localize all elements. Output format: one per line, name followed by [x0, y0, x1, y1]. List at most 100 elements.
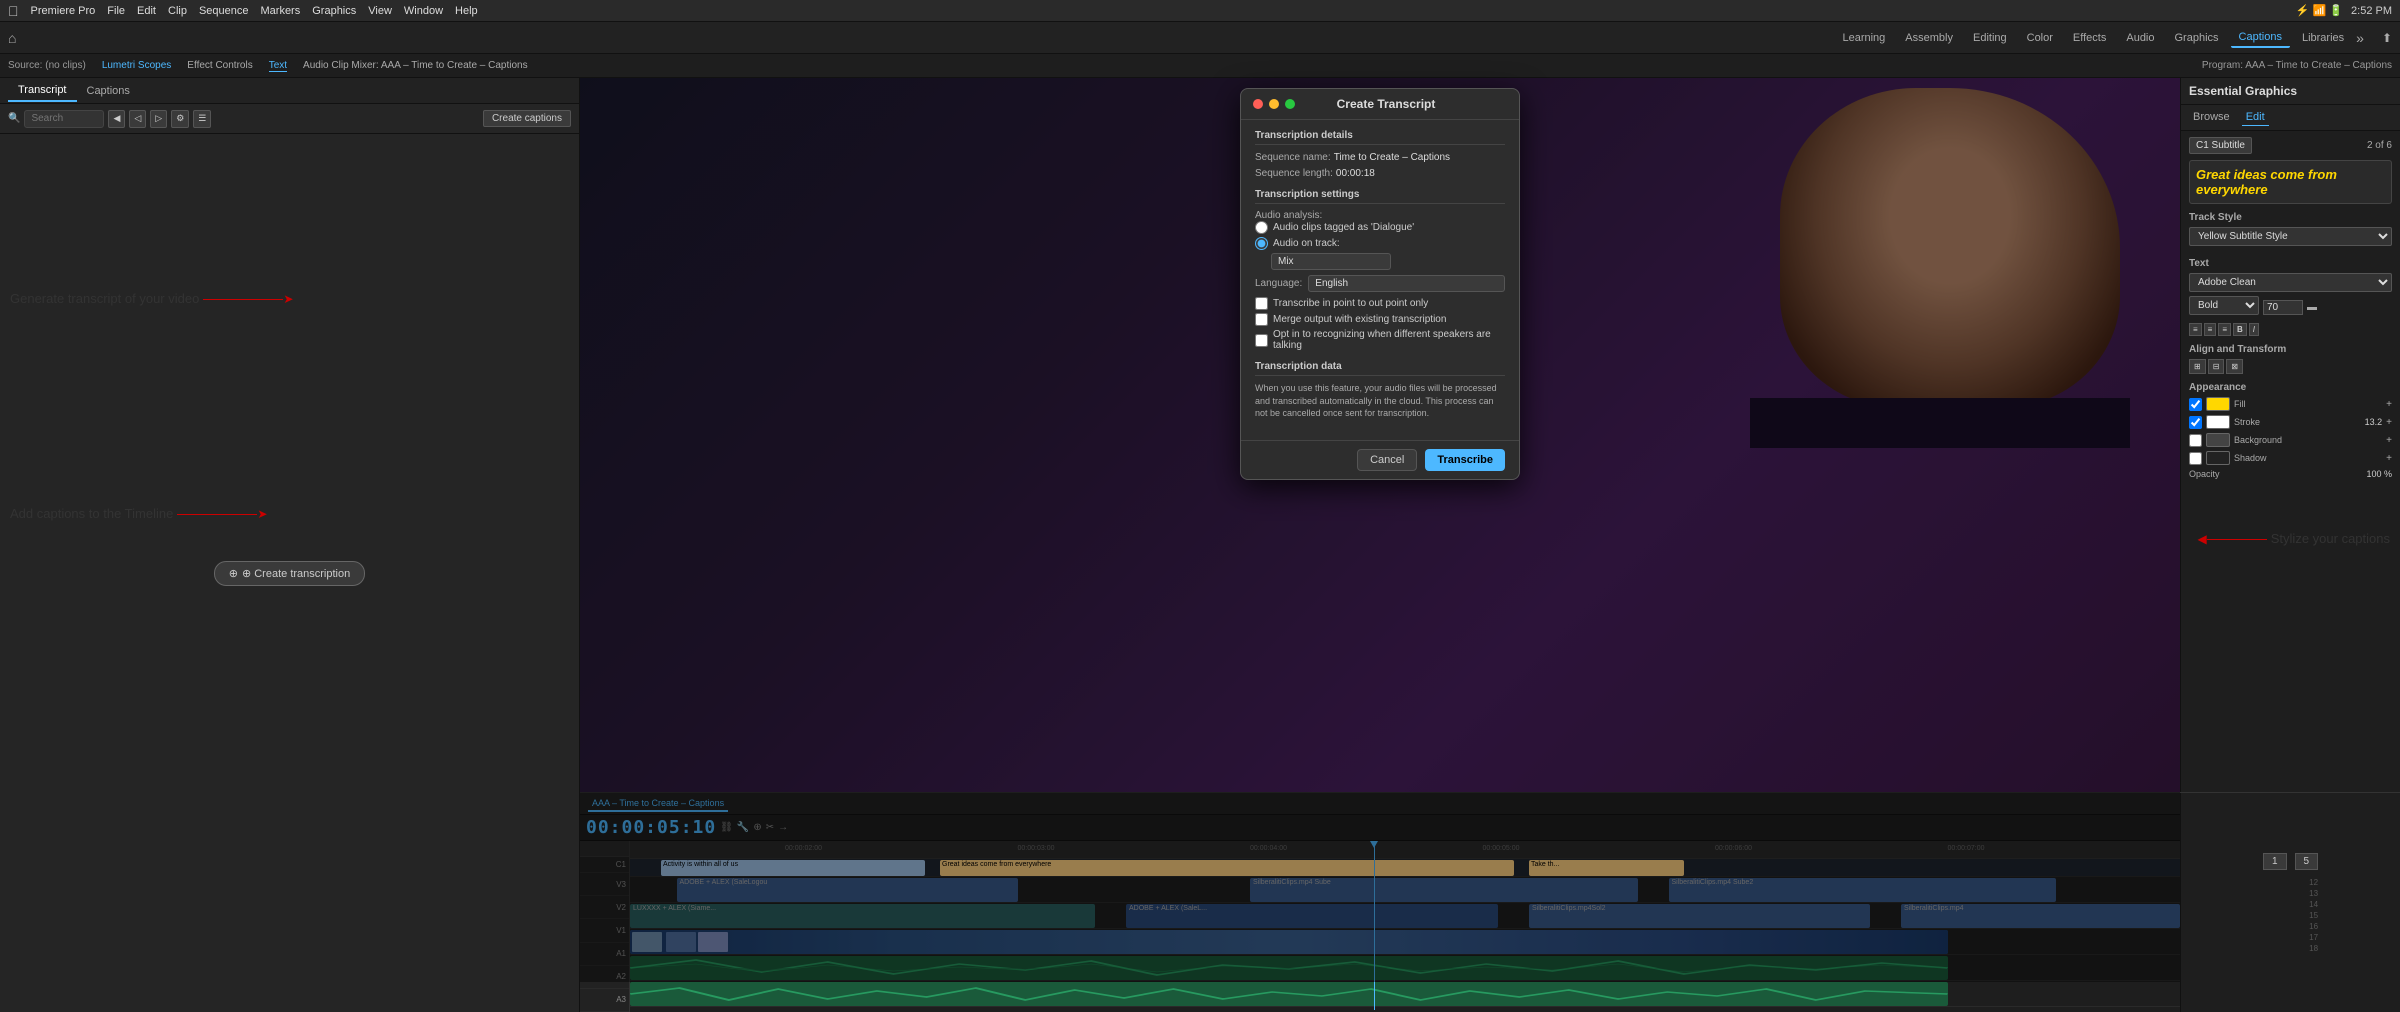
track-style-label: Track Style: [2189, 212, 2392, 223]
bottom-btn-1[interactable]: 1: [2263, 853, 2287, 870]
align-right-btn[interactable]: ≡: [2218, 323, 2231, 336]
align-transform-section: Align and Transform ⊞ ⊟ ⊠: [2189, 344, 2392, 374]
align-btn-3[interactable]: ⊠: [2226, 359, 2243, 374]
audio-clip-mixer-link[interactable]: Audio Clip Mixer: AAA – Time to Create –…: [303, 60, 528, 71]
checkbox-merge-input[interactable]: [1255, 313, 1268, 326]
transcribe-button[interactable]: Transcribe: [1425, 449, 1505, 471]
align-btn-1[interactable]: ⊞: [2189, 359, 2206, 374]
menu-premiere-pro[interactable]: Premiere Pro: [31, 5, 96, 17]
home-icon[interactable]: ⌂: [8, 30, 16, 46]
align-btn-2[interactable]: ⊟: [2208, 359, 2225, 374]
menu-edit[interactable]: Edit: [137, 5, 156, 17]
stroke-color[interactable]: [2206, 415, 2230, 429]
fill-plus-btn[interactable]: +: [2386, 399, 2392, 410]
tab-captions[interactable]: Captions: [77, 81, 140, 101]
shadow-label: Shadow: [2234, 453, 2382, 463]
background-checkbox[interactable]: [2189, 434, 2202, 447]
radio-audio-track-input[interactable]: [1255, 237, 1268, 250]
align-left-btn[interactable]: ≡: [2189, 323, 2202, 336]
radio-audio-track[interactable]: Audio on track:: [1255, 237, 1505, 250]
checkbox-speakers-input[interactable]: [1255, 334, 1268, 347]
font-weight-select[interactable]: Bold: [2189, 296, 2259, 315]
workspace-tab-effects[interactable]: Effects: [2065, 29, 2114, 47]
tab-edit[interactable]: Edit: [2242, 109, 2269, 126]
close-button[interactable]: [1253, 99, 1263, 109]
bold-btn[interactable]: B: [2233, 323, 2247, 336]
checkbox-in-out[interactable]: Transcribe in point to out point only: [1255, 297, 1505, 310]
checkbox-in-out-input[interactable]: [1255, 297, 1268, 310]
language-select[interactable]: English: [1308, 275, 1505, 292]
track-style-select[interactable]: Yellow Subtitle Style: [2189, 227, 2392, 246]
menu-graphics[interactable]: Graphics: [312, 5, 356, 17]
menu-btn[interactable]: ☰: [193, 110, 211, 128]
fwd-btn[interactable]: ▷: [150, 110, 167, 128]
font-select[interactable]: Adobe Clean: [2189, 273, 2392, 292]
dialog-titlebar: Create Transcript: [1241, 89, 1519, 120]
workspace-tab-graphics[interactable]: Graphics: [2167, 29, 2227, 47]
checkbox-merge[interactable]: Merge output with existing transcription: [1255, 313, 1505, 326]
track-select[interactable]: Mix: [1271, 253, 1391, 270]
menu-clip[interactable]: Clip: [168, 5, 187, 17]
bottom-btn-2[interactable]: 5: [2295, 853, 2319, 870]
menu-window[interactable]: Window: [404, 5, 443, 17]
right-num-1: 12: [2309, 878, 2318, 887]
lumetri-scopes-link[interactable]: Lumetri Scopes: [102, 60, 171, 71]
workspace-tab-libraries[interactable]: Libraries: [2294, 29, 2352, 47]
shadow-plus-btn[interactable]: +: [2386, 453, 2392, 464]
menu-view[interactable]: View: [368, 5, 392, 17]
search-input[interactable]: [24, 110, 104, 128]
more-workspaces[interactable]: »: [2356, 30, 2364, 46]
settings-btn[interactable]: ⚙: [171, 110, 189, 128]
share-icon[interactable]: ⬆: [2382, 31, 2392, 45]
panel-tabs: Transcript Captions: [0, 78, 579, 104]
background-plus-btn[interactable]: +: [2386, 435, 2392, 446]
radio-audio-track-label: Audio on track:: [1273, 238, 1340, 249]
right-num-4: 15: [2309, 911, 2318, 920]
checkbox-speakers[interactable]: Opt in to recognizing when different spe…: [1255, 329, 1505, 351]
create-captions-button[interactable]: Create captions: [483, 110, 571, 127]
fill-color[interactable]: [2206, 397, 2230, 411]
align-center-btn[interactable]: ≡: [2204, 323, 2217, 336]
stroke-plus-btn[interactable]: +: [2386, 417, 2392, 428]
menu-markers[interactable]: Markers: [261, 5, 301, 17]
radio-dialogue[interactable]: Audio clips tagged as 'Dialogue': [1255, 221, 1505, 234]
annotation-captions-text: Add captions to the Timeline: [10, 505, 173, 523]
transcription-details-section: Transcription details Sequence name: Tim…: [1255, 130, 1505, 179]
workspace-tab-captions[interactable]: Captions: [2231, 28, 2290, 48]
fill-checkbox[interactable]: [2189, 398, 2202, 411]
italic-btn[interactable]: I: [2249, 323, 2259, 336]
workspace-tab-editing[interactable]: Editing: [1965, 29, 2015, 47]
create-transcription-label: ⊕ Create transcription: [242, 567, 350, 580]
rewind-btn[interactable]: ◀: [108, 110, 125, 128]
workspace-tab-audio[interactable]: Audio: [2118, 29, 2162, 47]
font-size-slider[interactable]: ▬: [2307, 302, 2317, 313]
a2-clip[interactable]: [630, 982, 1948, 1006]
menu-help[interactable]: Help: [455, 5, 478, 17]
cancel-button[interactable]: Cancel: [1357, 449, 1417, 471]
workspace-tab-assembly[interactable]: Assembly: [1897, 29, 1961, 47]
menu-file[interactable]: File: [107, 5, 125, 17]
background-color[interactable]: [2206, 433, 2230, 447]
background-label: Background: [2234, 435, 2382, 445]
subtitle-label[interactable]: C1 Subtitle: [2189, 137, 2252, 154]
stroke-label: Stroke: [2234, 417, 2361, 427]
apple-menu[interactable]: : [8, 3, 19, 19]
shadow-checkbox[interactable]: [2189, 452, 2202, 465]
shadow-color[interactable]: [2206, 451, 2230, 465]
workspace-tab-color[interactable]: Color: [2019, 29, 2061, 47]
seq-name-label: Sequence name:: [1255, 152, 1331, 163]
back-btn[interactable]: ◁: [129, 110, 146, 128]
workspace-tab-learning[interactable]: Learning: [1834, 29, 1893, 47]
tab-transcript[interactable]: Transcript: [8, 80, 77, 102]
font-size-input[interactable]: [2263, 300, 2303, 315]
create-transcription-button[interactable]: ⊕ ⊕ Create transcription: [214, 561, 365, 586]
stroke-checkbox[interactable]: [2189, 416, 2202, 429]
radio-dialogue-input[interactable]: [1255, 221, 1268, 234]
seq-name-value: Time to Create – Captions: [1334, 152, 1450, 163]
menu-sequence[interactable]: Sequence: [199, 5, 249, 17]
source-label: Source: (no clips): [8, 60, 86, 71]
appearance-label: Appearance: [2189, 382, 2392, 393]
effect-controls-link[interactable]: Effect Controls: [187, 60, 252, 71]
tab-browse[interactable]: Browse: [2189, 109, 2234, 126]
text-tab-link[interactable]: Text: [269, 60, 287, 72]
